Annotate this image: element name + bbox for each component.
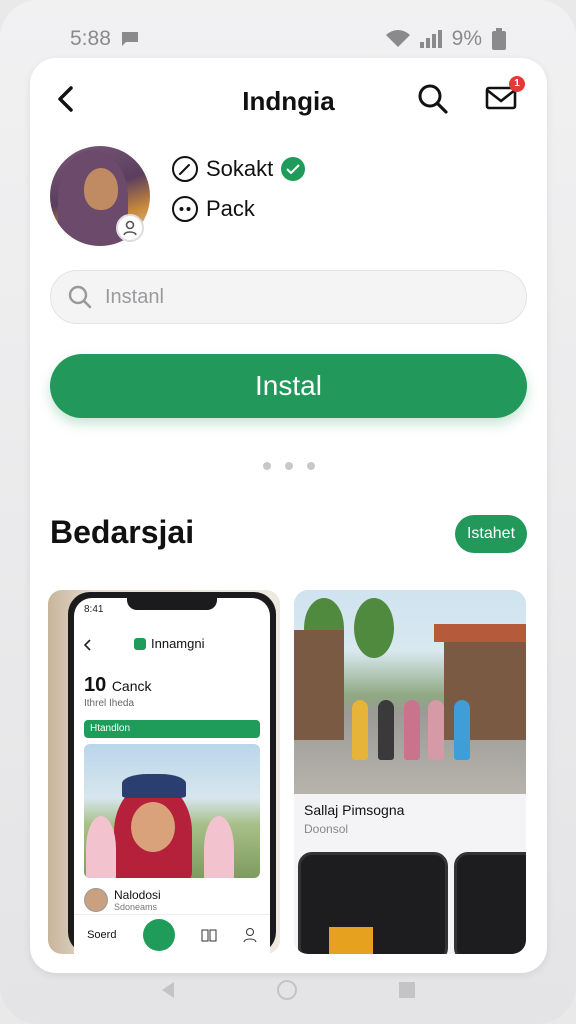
mini-count-label: Canck (111, 678, 152, 694)
book-icon (201, 929, 217, 941)
photo-person (378, 700, 394, 760)
profile-name: Sokakt (206, 156, 274, 181)
page-dot[interactable] (284, 462, 293, 470)
profile-line-2: Pack (172, 196, 255, 222)
photo-tree (354, 598, 394, 658)
mini-phone-dark (454, 852, 526, 954)
square-recents-icon (399, 981, 415, 998)
photo-building (294, 630, 344, 740)
street-photo (294, 590, 526, 794)
mini-phone-dark (298, 852, 448, 954)
mini-count-sub: Ithrel Iheda (84, 698, 135, 709)
photo-person (454, 700, 470, 760)
main-card: Indngia 1 Sokakt Pack Instal (30, 58, 547, 973)
top-bar: Indngia 1 (30, 76, 547, 122)
photo-face (131, 802, 175, 852)
photo-person (404, 700, 420, 760)
mini-user: Nalodosi Sdoneams (84, 888, 161, 912)
mini-photo (84, 744, 260, 878)
page-indicator (30, 462, 547, 470)
mini-count: 10 Canck (84, 674, 152, 697)
screenshot-left[interactable]: 8:41 Innamgni 10 Canck Ithrel Iheda Htan… (48, 590, 280, 954)
mini-user-sub: Sdoneams (114, 902, 158, 912)
search-icon (418, 84, 448, 114)
search-field[interactable] (50, 270, 527, 324)
search-input[interactable] (105, 285, 485, 309)
mini-nav-label: Soerd (87, 928, 117, 941)
app-logo-icon (134, 637, 146, 650)
face-icon (172, 196, 198, 222)
search-icon (68, 285, 92, 309)
photo-roof (434, 624, 526, 642)
notification-icon (121, 32, 138, 46)
triangle-back-icon (162, 981, 174, 998)
mini-header: Innamgni (74, 636, 270, 656)
section-title: Bedarsjai (50, 514, 195, 550)
recents-nav-button[interactable] (398, 981, 416, 1004)
status-time: 5:88 (70, 27, 111, 50)
photo-flag (329, 927, 373, 954)
wifi-icon (385, 30, 410, 47)
photo-child (204, 816, 234, 878)
section-action-button[interactable]: Istahet (455, 515, 527, 553)
mini-banner: Htandlon (84, 720, 260, 738)
home-nav-button[interactable] (276, 979, 298, 1006)
mini-screen: 8:41 Innamgni 10 Canck Ithrel Iheda Htan… (74, 598, 270, 954)
signal-icon (419, 30, 442, 48)
photo-person (352, 700, 368, 760)
back-nav-button[interactable] (160, 981, 176, 1004)
mail-button[interactable]: 1 (485, 76, 525, 118)
battery-icon (492, 28, 506, 50)
person-icon (243, 927, 257, 942)
photo-hat (122, 774, 186, 798)
system-nav-bar (0, 978, 576, 1006)
mini-avatar (84, 888, 108, 912)
mini-notch (127, 598, 217, 610)
screenshot-right[interactable]: Sallaj Pimsogna Doonsol (294, 590, 526, 954)
caption-title: Sallaj Pimsogna (304, 802, 405, 818)
mini-count-number: 10 (84, 674, 107, 696)
mini-user-name: Nalodosi (114, 888, 161, 902)
mail-badge: 1 (509, 76, 525, 92)
page-dot[interactable] (306, 462, 315, 470)
photo-person (428, 700, 444, 760)
page-title: Indngia (242, 86, 335, 116)
mini-fab (142, 918, 175, 951)
page-dot[interactable] (262, 462, 271, 470)
pencil-icon (172, 156, 198, 182)
chevron-left-icon (84, 639, 91, 651)
verified-icon (281, 157, 306, 181)
photo-child (86, 816, 116, 878)
avatar-edit-badge[interactable] (116, 214, 144, 242)
search-button[interactable] (416, 82, 450, 116)
mini-phone: 8:41 Innamgni 10 Canck Ithrel Iheda Htan… (68, 592, 276, 954)
profile-pack: Pack (206, 196, 255, 221)
mini-status-time: 8:41 (84, 604, 104, 615)
mini-app-title: Innamgni (151, 636, 205, 651)
profile-line-1: Sokakt (172, 156, 306, 182)
mini-nav: Soerd (74, 914, 270, 954)
caption-sub: Doonsol (304, 822, 349, 836)
battery-percent: 9% (451, 27, 482, 50)
install-button[interactable]: Instal (50, 354, 527, 418)
circle-home-icon (277, 979, 297, 1000)
person-icon (123, 220, 137, 236)
avatar-face (84, 168, 118, 210)
status-bar: 5:88 9% (70, 22, 506, 56)
